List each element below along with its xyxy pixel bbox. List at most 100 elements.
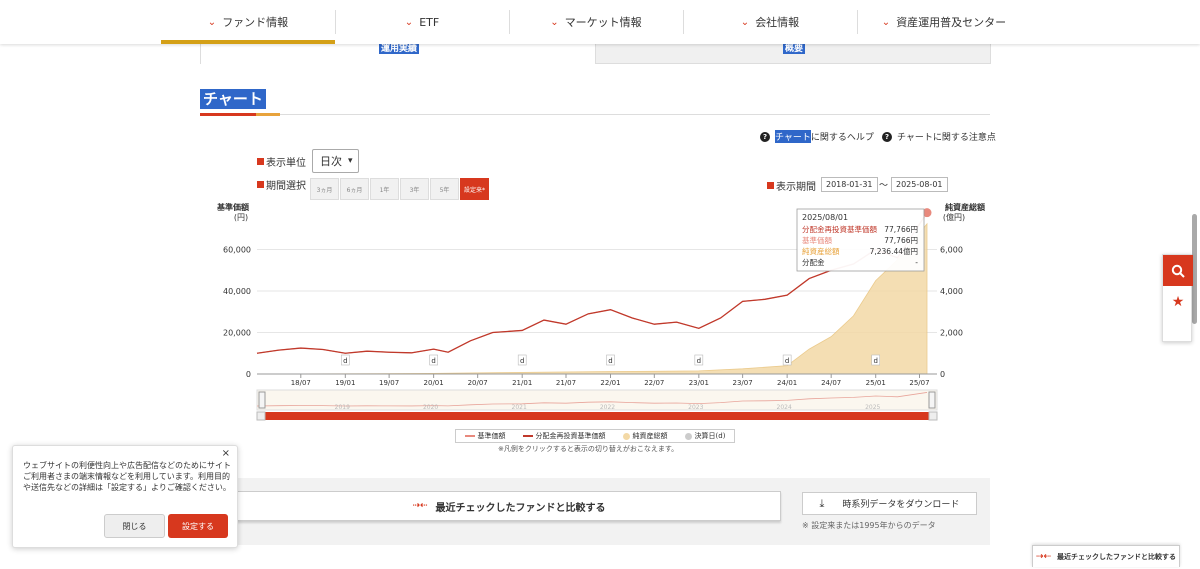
navigator-handle-left [258, 391, 266, 409]
legend-item-reinvest-price[interactable]: 分配金再投資基準価額 [522, 431, 606, 441]
navigator-year: 2022 [600, 404, 615, 411]
compare-label: 最近チェックしたファンドと比較する [435, 502, 606, 514]
scroll-left-button [256, 411, 266, 421]
close-icon[interactable]: × [222, 448, 230, 459]
cookie-text: ウェブサイトの利便性向上や広告配信などのためにサイトご利用者さまの端末情報などを… [23, 461, 231, 492]
x-tick-label: 19/01 [335, 379, 355, 387]
tooltip-label: 純資産総額 [802, 246, 840, 256]
x-tick-label: 25/07 [909, 379, 929, 387]
nav-market-info[interactable]: ⌄ マーケット情報 [509, 0, 683, 44]
tooltip-label: 分配金 [802, 257, 825, 267]
nav-label: 資産運用普及センター [896, 16, 1007, 29]
chevron-down-icon: ⌄ [740, 16, 750, 28]
tooltip-value: 77,766円 [884, 236, 918, 245]
cookie-close-button[interactable]: 閉じる [104, 514, 165, 538]
x-tick-label: 20/07 [468, 379, 488, 387]
legend-item-base-price[interactable]: 基準価額 [464, 431, 506, 441]
chart-tooltip: 2025/08/01分配金再投資基準価額 77,766円基準価額 77,766円純資… [796, 208, 925, 272]
legend-label: 決算日(d) [694, 432, 726, 440]
scroll-right-button [928, 411, 938, 421]
cookie-notice: × ウェブサイトの利便性向上や広告配信などのためにサイトご利用者さまの端末情報な… [12, 445, 238, 548]
download-note: ※ 設定来または1995年からのデータ [802, 521, 936, 530]
download-icon: ⤓ [819, 496, 825, 510]
legend-item-net-assets[interactable]: 純資産総額 [622, 431, 668, 441]
compare-arrows-icon: ⇢⇠ [1035, 551, 1052, 562]
compare-funds-button[interactable]: ⇢⇠ 最近チェックしたファンドと比較する [237, 491, 781, 521]
nav-label: 会社情報 [755, 16, 800, 29]
left-axis-title: 基準価額 [216, 202, 249, 212]
search-icon[interactable] [1163, 255, 1193, 286]
chevron-down-icon: ⌄ [881, 16, 891, 28]
legend-item-settlement[interactable]: 決算日(d) [684, 431, 726, 441]
legend-label: 分配金再投資基準価額 [535, 432, 606, 440]
floating-compare-label: 最近チェックしたファンドと比較する [1057, 552, 1177, 561]
navigator-area [256, 389, 938, 411]
star-icon[interactable]: ★ [1163, 286, 1193, 317]
settlement-label: d [785, 357, 789, 365]
download-timeseries-button[interactable]: ⤓ 時系列データをダウンロード [802, 492, 977, 515]
tooltip-label: 基準価額 [802, 235, 832, 245]
x-tick-label: 21/07 [556, 379, 576, 387]
y-tick-label-right: 0 [940, 370, 945, 379]
chart-navigator: 2019 2020 2021 2022 2023 2024 2025 [256, 389, 938, 421]
compare-arrows-icon: ⇢⇠ [412, 501, 428, 511]
y-tick-label-right: 4,000 [940, 287, 963, 296]
nav-label: ファンド情報 [222, 16, 289, 29]
legend-line-icon [522, 435, 533, 437]
nav-active-indicator [161, 40, 335, 44]
settlement-label: d [343, 357, 347, 365]
settlement-label: d [608, 357, 612, 365]
y-tick-label-right: 6,000 [940, 246, 963, 255]
legend-dot-icon [684, 432, 692, 440]
legend-line-icon [464, 435, 475, 437]
x-tick-label: 24/01 [777, 379, 797, 387]
top-nav: ⌄ ファンド情報 ⌄ ETF ⌄ マーケット情報 ⌄ 会社情報 ⌄ 資産運用普及… [0, 0, 1200, 44]
settlement-label: d [431, 357, 435, 365]
download-label: 時系列データをダウンロード [842, 500, 960, 510]
navigator-scrollbar [257, 412, 937, 420]
floating-tools: ★ [1162, 254, 1193, 342]
legend-dot-icon [622, 432, 630, 440]
x-tick-label: 21/01 [512, 379, 532, 387]
chart-legend: 基準価額 分配金再投資基準価額 純資産総額 決算日(d) [455, 429, 735, 443]
navigator-year: 2021 [512, 404, 527, 411]
x-tick-label: 19/07 [379, 379, 399, 387]
settlement-label: d [697, 357, 701, 365]
floating-compare-button[interactable]: ⇢⇠ 最近チェックしたファンドと比較する [1032, 545, 1180, 567]
y-tick-label-left: 60,000 [223, 246, 251, 255]
navigator-handle-right [928, 391, 936, 409]
y-tick-label-left: 20,000 [223, 329, 251, 338]
tooltip-value: - [915, 258, 918, 267]
x-tick-label: 22/07 [644, 379, 664, 387]
tooltip-date: 2025/08/01 [802, 213, 848, 222]
y-tick-label-left: 0 [246, 370, 251, 379]
y-tick-label-right: 2,000 [940, 329, 963, 338]
x-tick-label: 23/07 [733, 379, 753, 387]
nav-asset-center[interactable]: ⌄ 資産運用普及センター [857, 0, 1031, 44]
nav-fund-info[interactable]: ⌄ ファンド情報 [161, 0, 335, 44]
x-tick-label: 22/01 [600, 379, 620, 387]
nav-etf[interactable]: ⌄ ETF [335, 0, 509, 44]
navigator-year: 2019 [335, 404, 350, 411]
settlement-label: d [873, 357, 877, 365]
legend-label: 基準価額 [477, 432, 506, 440]
navigator-year: 2025 [865, 404, 880, 411]
cookie-settings-button[interactable]: 設定する [168, 514, 228, 538]
settlement-label: d [520, 357, 524, 365]
x-tick-label: 25/01 [866, 379, 886, 387]
right-axis-title: 純資産総額 [945, 202, 985, 212]
nav-company-info[interactable]: ⌄ 会社情報 [683, 0, 857, 44]
navigator-year: 2024 [777, 404, 792, 411]
nav-label: ETF [419, 15, 440, 29]
y-tick-label-left: 40,000 [223, 287, 251, 296]
navigator-year: 2023 [688, 404, 703, 411]
x-tick-label: 23/01 [689, 379, 709, 387]
chevron-down-icon: ⌄ [550, 16, 559, 28]
chevron-down-icon: ⌄ [207, 16, 217, 28]
tooltip-value: 7,236.44億円 [870, 246, 918, 256]
chevron-down-icon: ⌄ [404, 16, 414, 28]
legend-label: 純資産総額 [632, 432, 668, 440]
right-axis-unit: (億円) [943, 212, 965, 222]
navigator-year: 2020 [423, 404, 438, 411]
nav-label: マーケット情報 [564, 16, 642, 29]
